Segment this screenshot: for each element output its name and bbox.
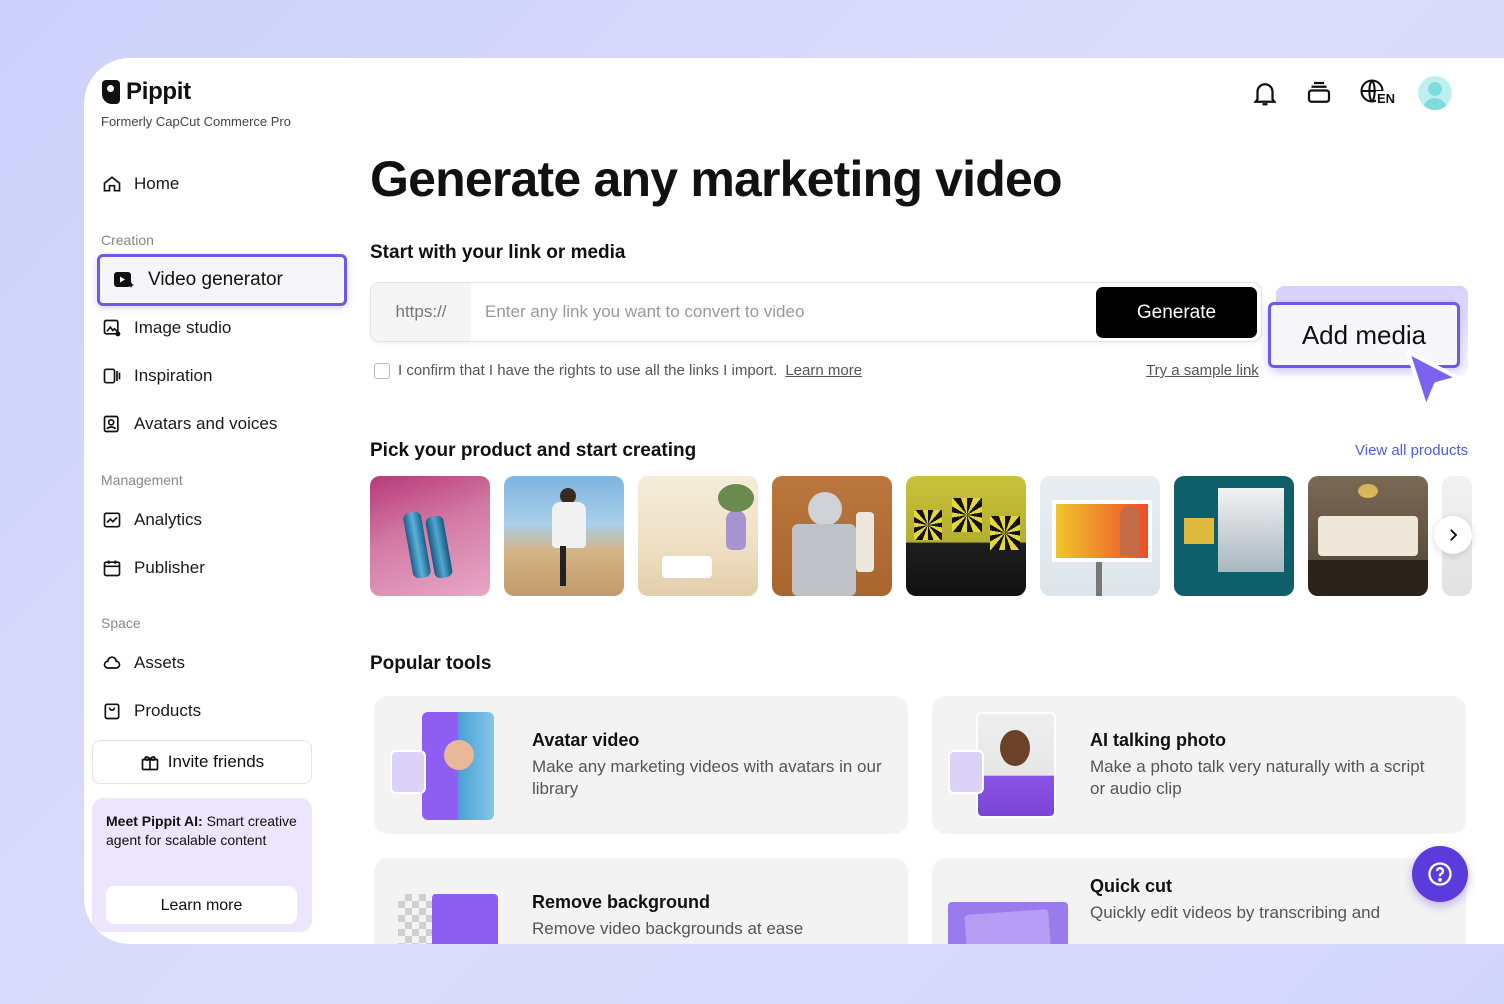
logo[interactable]: Pippit — [102, 78, 191, 106]
rights-confirmation: I confirm that I have the rights to use … — [374, 362, 862, 379]
language-selector[interactable]: EN — [1358, 77, 1394, 109]
sidebar-item-label: Analytics — [134, 510, 202, 530]
sidebar-item-products[interactable]: Products — [102, 697, 201, 725]
sidebar-item-publisher[interactable]: Publisher — [102, 554, 205, 582]
products-heading: Pick your product and start creating — [370, 440, 696, 462]
generate-button[interactable]: Generate — [1096, 287, 1257, 338]
product-thumbnail[interactable] — [906, 476, 1026, 596]
learn-more-button[interactable]: Learn more — [106, 886, 297, 924]
sidebar-item-label: Inspiration — [134, 366, 212, 386]
tool-title: Remove background — [532, 892, 710, 913]
app-window: Pippit Formerly CapCut Commerce Pro Home… — [84, 58, 1504, 944]
sidebar-item-label: Video generator — [148, 269, 283, 291]
avatar-video-illustration — [388, 710, 498, 820]
video-generator-icon — [112, 268, 136, 292]
sidebar-item-home[interactable]: Home — [102, 170, 179, 198]
cloud-icon — [102, 653, 122, 673]
product-thumbnail[interactable] — [638, 476, 758, 596]
analytics-icon — [102, 510, 122, 530]
pointer-cursor-icon — [1400, 348, 1464, 418]
url-prefix: https:// — [371, 283, 471, 341]
quick-cut-illustration — [946, 872, 1056, 944]
home-icon — [102, 174, 122, 194]
remove-background-illustration — [388, 872, 498, 944]
product-carousel — [370, 476, 1472, 596]
sidebar-item-label: Home — [134, 174, 179, 194]
user-avatar[interactable] — [1418, 76, 1452, 110]
popular-tools-heading: Popular tools — [370, 653, 491, 675]
product-thumbnail[interactable] — [504, 476, 624, 596]
sidebar-item-label: Products — [134, 701, 201, 721]
learn-more-link[interactable]: Learn more — [785, 362, 862, 379]
tool-title: Quick cut — [1090, 876, 1172, 897]
calendar-icon — [102, 558, 122, 578]
sidebar-item-label: Avatars and voices — [134, 414, 277, 434]
sidebar-item-assets[interactable]: Assets — [102, 649, 185, 677]
invite-label: Invite friends — [168, 752, 264, 772]
product-thumbnail[interactable] — [1040, 476, 1160, 596]
sidebar-item-avatars-voices[interactable]: Avatars and voices — [102, 410, 277, 438]
section-label-management: Management — [101, 472, 183, 488]
image-studio-icon — [102, 318, 122, 338]
gift-icon — [140, 752, 160, 772]
header-actions: EN — [1250, 76, 1452, 110]
tool-card-quick-cut[interactable]: Quick cut Quickly edit videos by transcr… — [932, 858, 1466, 944]
help-button[interactable] — [1412, 846, 1468, 902]
sidebar-item-inspiration[interactable]: Inspiration — [102, 362, 212, 390]
promo-bold: Meet Pippit AI: — [106, 813, 203, 829]
bell-icon[interactable] — [1250, 78, 1280, 108]
promo-card: Meet Pippit AI: Smart creative agent for… — [92, 798, 312, 932]
tool-description: Quickly edit videos by transcribing and — [1090, 902, 1440, 924]
sidebar-item-analytics[interactable]: Analytics — [102, 506, 202, 534]
pippit-logo-icon — [102, 80, 120, 104]
tool-description: Make a photo talk very naturally with a … — [1090, 756, 1440, 800]
brand-subtitle: Formerly CapCut Commerce Pro — [101, 114, 291, 129]
section-label-space: Space — [101, 615, 141, 631]
section-label-creation: Creation — [101, 232, 154, 248]
avatar-icon — [102, 414, 122, 434]
inspiration-icon — [102, 366, 122, 386]
view-all-products-link[interactable]: View all products — [1355, 442, 1468, 459]
language-code: EN — [1376, 91, 1396, 106]
sidebar-item-label: Publisher — [134, 558, 205, 578]
product-bag-icon — [102, 701, 122, 721]
sidebar-item-label: Image studio — [134, 318, 231, 338]
product-thumbnail[interactable] — [1308, 476, 1428, 596]
question-icon — [1426, 860, 1454, 888]
chevron-right-icon — [1444, 526, 1462, 544]
tool-description: Remove video backgrounds at ease — [532, 918, 882, 940]
product-thumbnail[interactable] — [1174, 476, 1294, 596]
sidebar: Pippit Formerly CapCut Commerce Pro Home… — [84, 58, 324, 944]
tool-card-remove-background[interactable]: Remove background Remove video backgroun… — [374, 858, 908, 944]
product-thumbnail[interactable] — [772, 476, 892, 596]
link-input-box: https:// Generate — [370, 282, 1262, 342]
invite-friends-button[interactable]: Invite friends — [92, 740, 312, 784]
page-title: Generate any marketing video — [370, 150, 1062, 208]
tool-card-avatar-video[interactable]: Avatar video Make any marketing videos w… — [374, 696, 908, 834]
tool-title: AI talking photo — [1090, 730, 1226, 751]
talking-photo-illustration — [946, 710, 1056, 820]
sidebar-item-video-generator[interactable]: Video generator — [97, 254, 347, 306]
rights-checkbox[interactable] — [374, 363, 390, 379]
confirm-text: I confirm that I have the rights to use … — [398, 362, 777, 379]
sample-link[interactable]: Try a sample link — [1146, 362, 1259, 379]
brand-name: Pippit — [126, 78, 191, 106]
tool-title: Avatar video — [532, 730, 639, 751]
link-input[interactable] — [471, 283, 1091, 341]
sidebar-item-label: Assets — [134, 653, 185, 673]
link-section-heading: Start with your link or media — [370, 242, 626, 264]
product-thumbnail[interactable] — [370, 476, 490, 596]
sidebar-item-image-studio[interactable]: Image studio — [102, 314, 231, 342]
tool-description: Make any marketing videos with avatars i… — [532, 756, 882, 800]
layers-icon[interactable] — [1304, 78, 1334, 108]
tool-card-ai-talking-photo[interactable]: AI talking photo Make a photo talk very … — [932, 696, 1466, 834]
carousel-next-button[interactable] — [1434, 516, 1472, 554]
